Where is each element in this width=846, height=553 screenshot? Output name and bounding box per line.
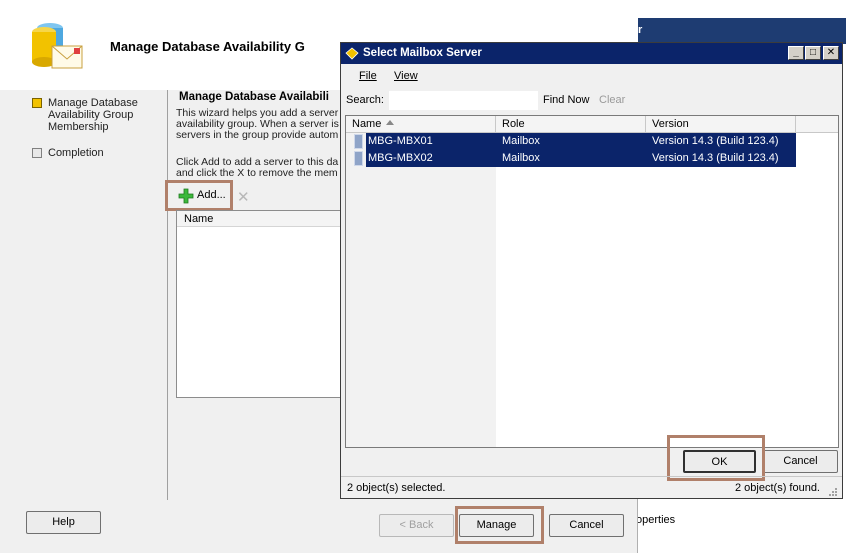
menu-file[interactable]: File bbox=[359, 70, 377, 82]
maximize-button[interactable]: □ bbox=[805, 46, 821, 60]
dialog-title: Select Mailbox Server bbox=[363, 47, 482, 59]
cell-role: Mailbox bbox=[502, 135, 540, 147]
cell-role: Mailbox bbox=[502, 152, 540, 164]
step-label: Manage Database Availability Group Membe… bbox=[48, 97, 138, 133]
resize-grip-icon[interactable] bbox=[828, 487, 838, 497]
status-selected: 2 object(s) selected. bbox=[347, 482, 446, 494]
remove-x-icon[interactable]: ✕ bbox=[237, 188, 250, 206]
content-description: This wizard helps you add a server avail… bbox=[176, 108, 339, 141]
wizard-title: Manage Database Availability G bbox=[110, 39, 305, 54]
minimize-button[interactable]: _ bbox=[788, 46, 804, 60]
server-icon bbox=[354, 151, 363, 166]
cell-version: Version 14.3 (Build 123.4) bbox=[652, 135, 779, 147]
status-found: 2 object(s) found. bbox=[735, 482, 820, 494]
content-heading: Manage Database Availabili bbox=[179, 91, 329, 103]
server-list[interactable]: Name bbox=[176, 210, 347, 398]
cell-name: MBG-MBX01 bbox=[368, 135, 433, 147]
column-header-version[interactable]: Version bbox=[646, 116, 796, 133]
wizard-divider bbox=[167, 90, 168, 500]
status-separator bbox=[341, 476, 842, 477]
manage-highlight-box bbox=[455, 506, 544, 544]
select-mailbox-server-dialog: Select Mailbox Server _ □ ✕ File View Se… bbox=[340, 42, 843, 499]
server-results-grid[interactable]: Name Role Version MBG-MBX01 Mailbox Vers… bbox=[345, 115, 839, 448]
table-row[interactable]: MBG-MBX01 Mailbox Version 14.3 (Build 12… bbox=[346, 133, 796, 150]
column-header-name[interactable]: Name bbox=[346, 116, 496, 133]
close-button[interactable]: ✕ bbox=[823, 46, 839, 60]
step-pending-icon bbox=[32, 148, 42, 158]
add-highlight-box bbox=[165, 180, 233, 211]
database-mail-icon bbox=[32, 23, 83, 69]
cancel-button[interactable]: Cancel bbox=[549, 514, 624, 537]
grid-header: Name Role Version bbox=[346, 116, 838, 133]
menu-view[interactable]: View bbox=[394, 70, 418, 82]
search-input[interactable] bbox=[388, 90, 539, 111]
exchange-icon bbox=[345, 47, 359, 60]
background-properties-text: operties bbox=[636, 514, 676, 526]
content-instructions: Click Add to add a server to this da and… bbox=[176, 157, 339, 179]
cell-version: Version 14.3 (Build 123.4) bbox=[652, 152, 779, 164]
back-button[interactable]: < Back bbox=[379, 514, 454, 537]
step-active-icon bbox=[32, 98, 42, 108]
search-label: Search: bbox=[346, 94, 384, 106]
help-button[interactable]: Help bbox=[26, 511, 101, 534]
background-header-bar: r bbox=[636, 18, 846, 44]
step-label: Completion bbox=[48, 147, 104, 159]
clear-button[interactable]: Clear bbox=[599, 94, 625, 106]
server-list-header[interactable]: Name bbox=[177, 211, 347, 227]
dialog-title-bar[interactable]: Select Mailbox Server _ □ ✕ bbox=[341, 43, 842, 64]
column-header-role[interactable]: Role bbox=[496, 116, 646, 133]
ok-highlight-box bbox=[667, 435, 765, 481]
sort-ascending-icon bbox=[386, 120, 394, 125]
dialog-cancel-button[interactable]: Cancel bbox=[763, 450, 838, 473]
server-icon bbox=[354, 134, 363, 149]
name-column-shade bbox=[346, 133, 496, 447]
find-now-button[interactable]: Find Now bbox=[543, 94, 589, 106]
cell-name: MBG-MBX02 bbox=[368, 152, 433, 164]
table-row[interactable]: MBG-MBX02 Mailbox Version 14.3 (Build 12… bbox=[346, 150, 796, 167]
